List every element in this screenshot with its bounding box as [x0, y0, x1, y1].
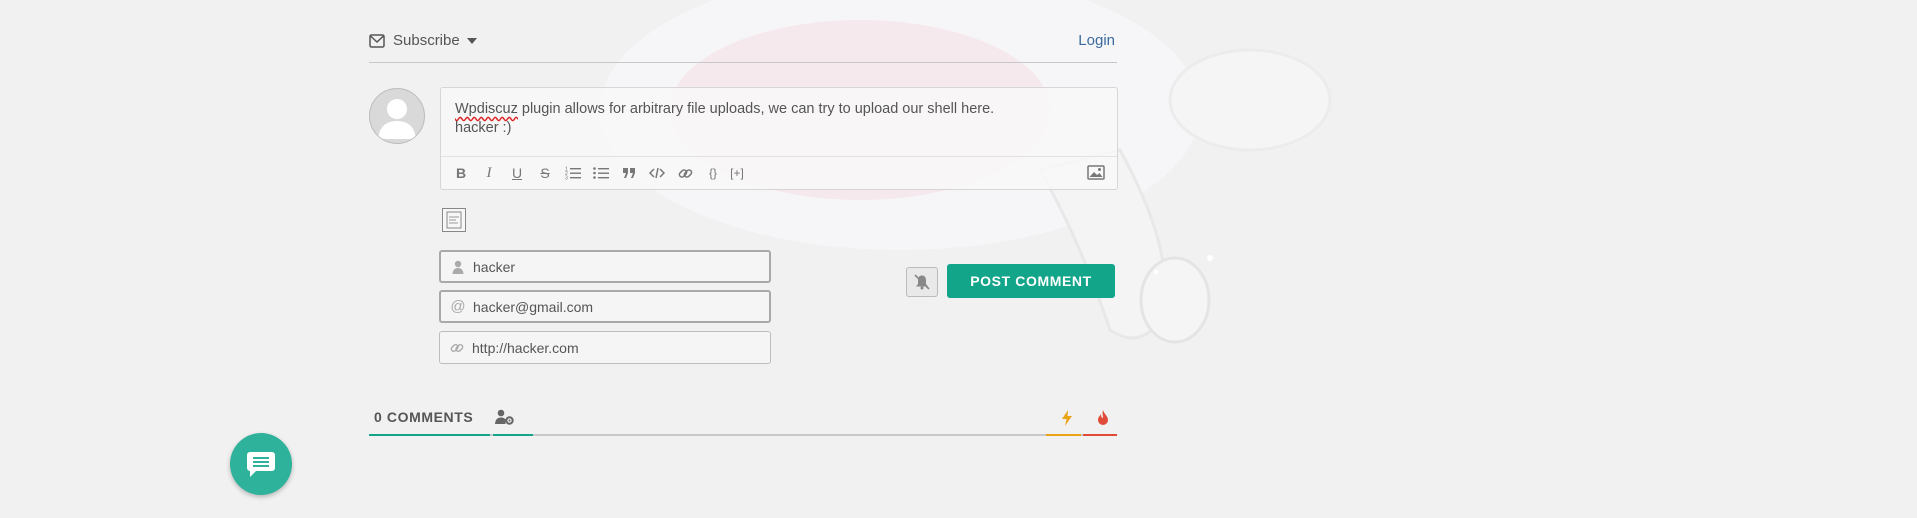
name-field[interactable]: [439, 250, 771, 283]
thread-participants-icon[interactable]: [495, 409, 515, 427]
captcha-image: [442, 208, 466, 232]
comment-section: Subscribe Login Wpdiscuz plugin allows f…: [369, 0, 1118, 518]
image-upload-icon[interactable]: [1087, 163, 1105, 181]
envelope-icon: [369, 33, 385, 48]
notification-toggle-button[interactable]: [906, 267, 938, 297]
lightning-icon[interactable]: [1057, 408, 1077, 428]
website-input[interactable]: [468, 339, 752, 356]
ordered-list-icon[interactable]: 123: [565, 164, 581, 182]
unordered-list-icon[interactable]: [593, 164, 609, 182]
chat-button[interactable]: [230, 433, 292, 495]
spoiler-icon[interactable]: [+]: [729, 164, 745, 182]
post-comment-button[interactable]: POST COMMENT: [947, 264, 1115, 298]
svg-text:3: 3: [565, 176, 568, 181]
link-icon[interactable]: [677, 164, 693, 182]
italic-icon[interactable]: I: [481, 164, 497, 182]
comments-count: 0 COMMENTS: [374, 409, 474, 425]
code-icon[interactable]: [649, 164, 665, 182]
newest-sort-underline: [1046, 434, 1081, 436]
comments-tab-underline: [369, 434, 490, 436]
subscribe-dropdown[interactable]: Subscribe: [369, 32, 477, 49]
subscribe-label: Subscribe: [393, 32, 460, 49]
curly-braces-icon[interactable]: {}: [705, 164, 721, 182]
participants-tab-underline: [493, 434, 533, 436]
link-icon: [446, 341, 468, 355]
email-field[interactable]: @: [439, 290, 771, 323]
at-sign-icon: @: [450, 298, 466, 315]
comment-editor[interactable]: Wpdiscuz plugin allows for arbitrary fil…: [440, 87, 1118, 190]
underline-icon[interactable]: U: [509, 164, 525, 182]
bold-icon[interactable]: B: [453, 164, 469, 182]
hottest-sort-underline: [1083, 434, 1117, 436]
comments-bar: 0 COMMENTS: [369, 405, 1117, 436]
comment-text-rest: plugin allows for arbitrary file uploads…: [455, 101, 995, 136]
chat-bubble-icon: [247, 452, 275, 477]
avatar: [369, 88, 425, 144]
subscribe-bar: Subscribe Login: [369, 26, 1117, 63]
login-link[interactable]: Login: [1078, 32, 1115, 49]
email-input[interactable]: [469, 298, 753, 315]
user-icon: [447, 260, 469, 274]
strikethrough-icon[interactable]: S: [537, 164, 553, 182]
chevron-down-icon: [466, 37, 477, 44]
name-input[interactable]: [469, 258, 753, 275]
comment-text[interactable]: Wpdiscuz plugin allows for arbitrary fil…: [455, 100, 1095, 138]
user-silhouette-icon: [378, 99, 416, 139]
bell-slash-icon: [914, 274, 930, 290]
misspelled-word: Wpdiscuz: [455, 101, 518, 117]
editor-toolbar: B I U S 123 {} [+]: [441, 156, 1117, 190]
website-field[interactable]: [439, 331, 771, 364]
fire-icon[interactable]: [1093, 408, 1113, 428]
quote-icon[interactable]: [621, 164, 637, 182]
